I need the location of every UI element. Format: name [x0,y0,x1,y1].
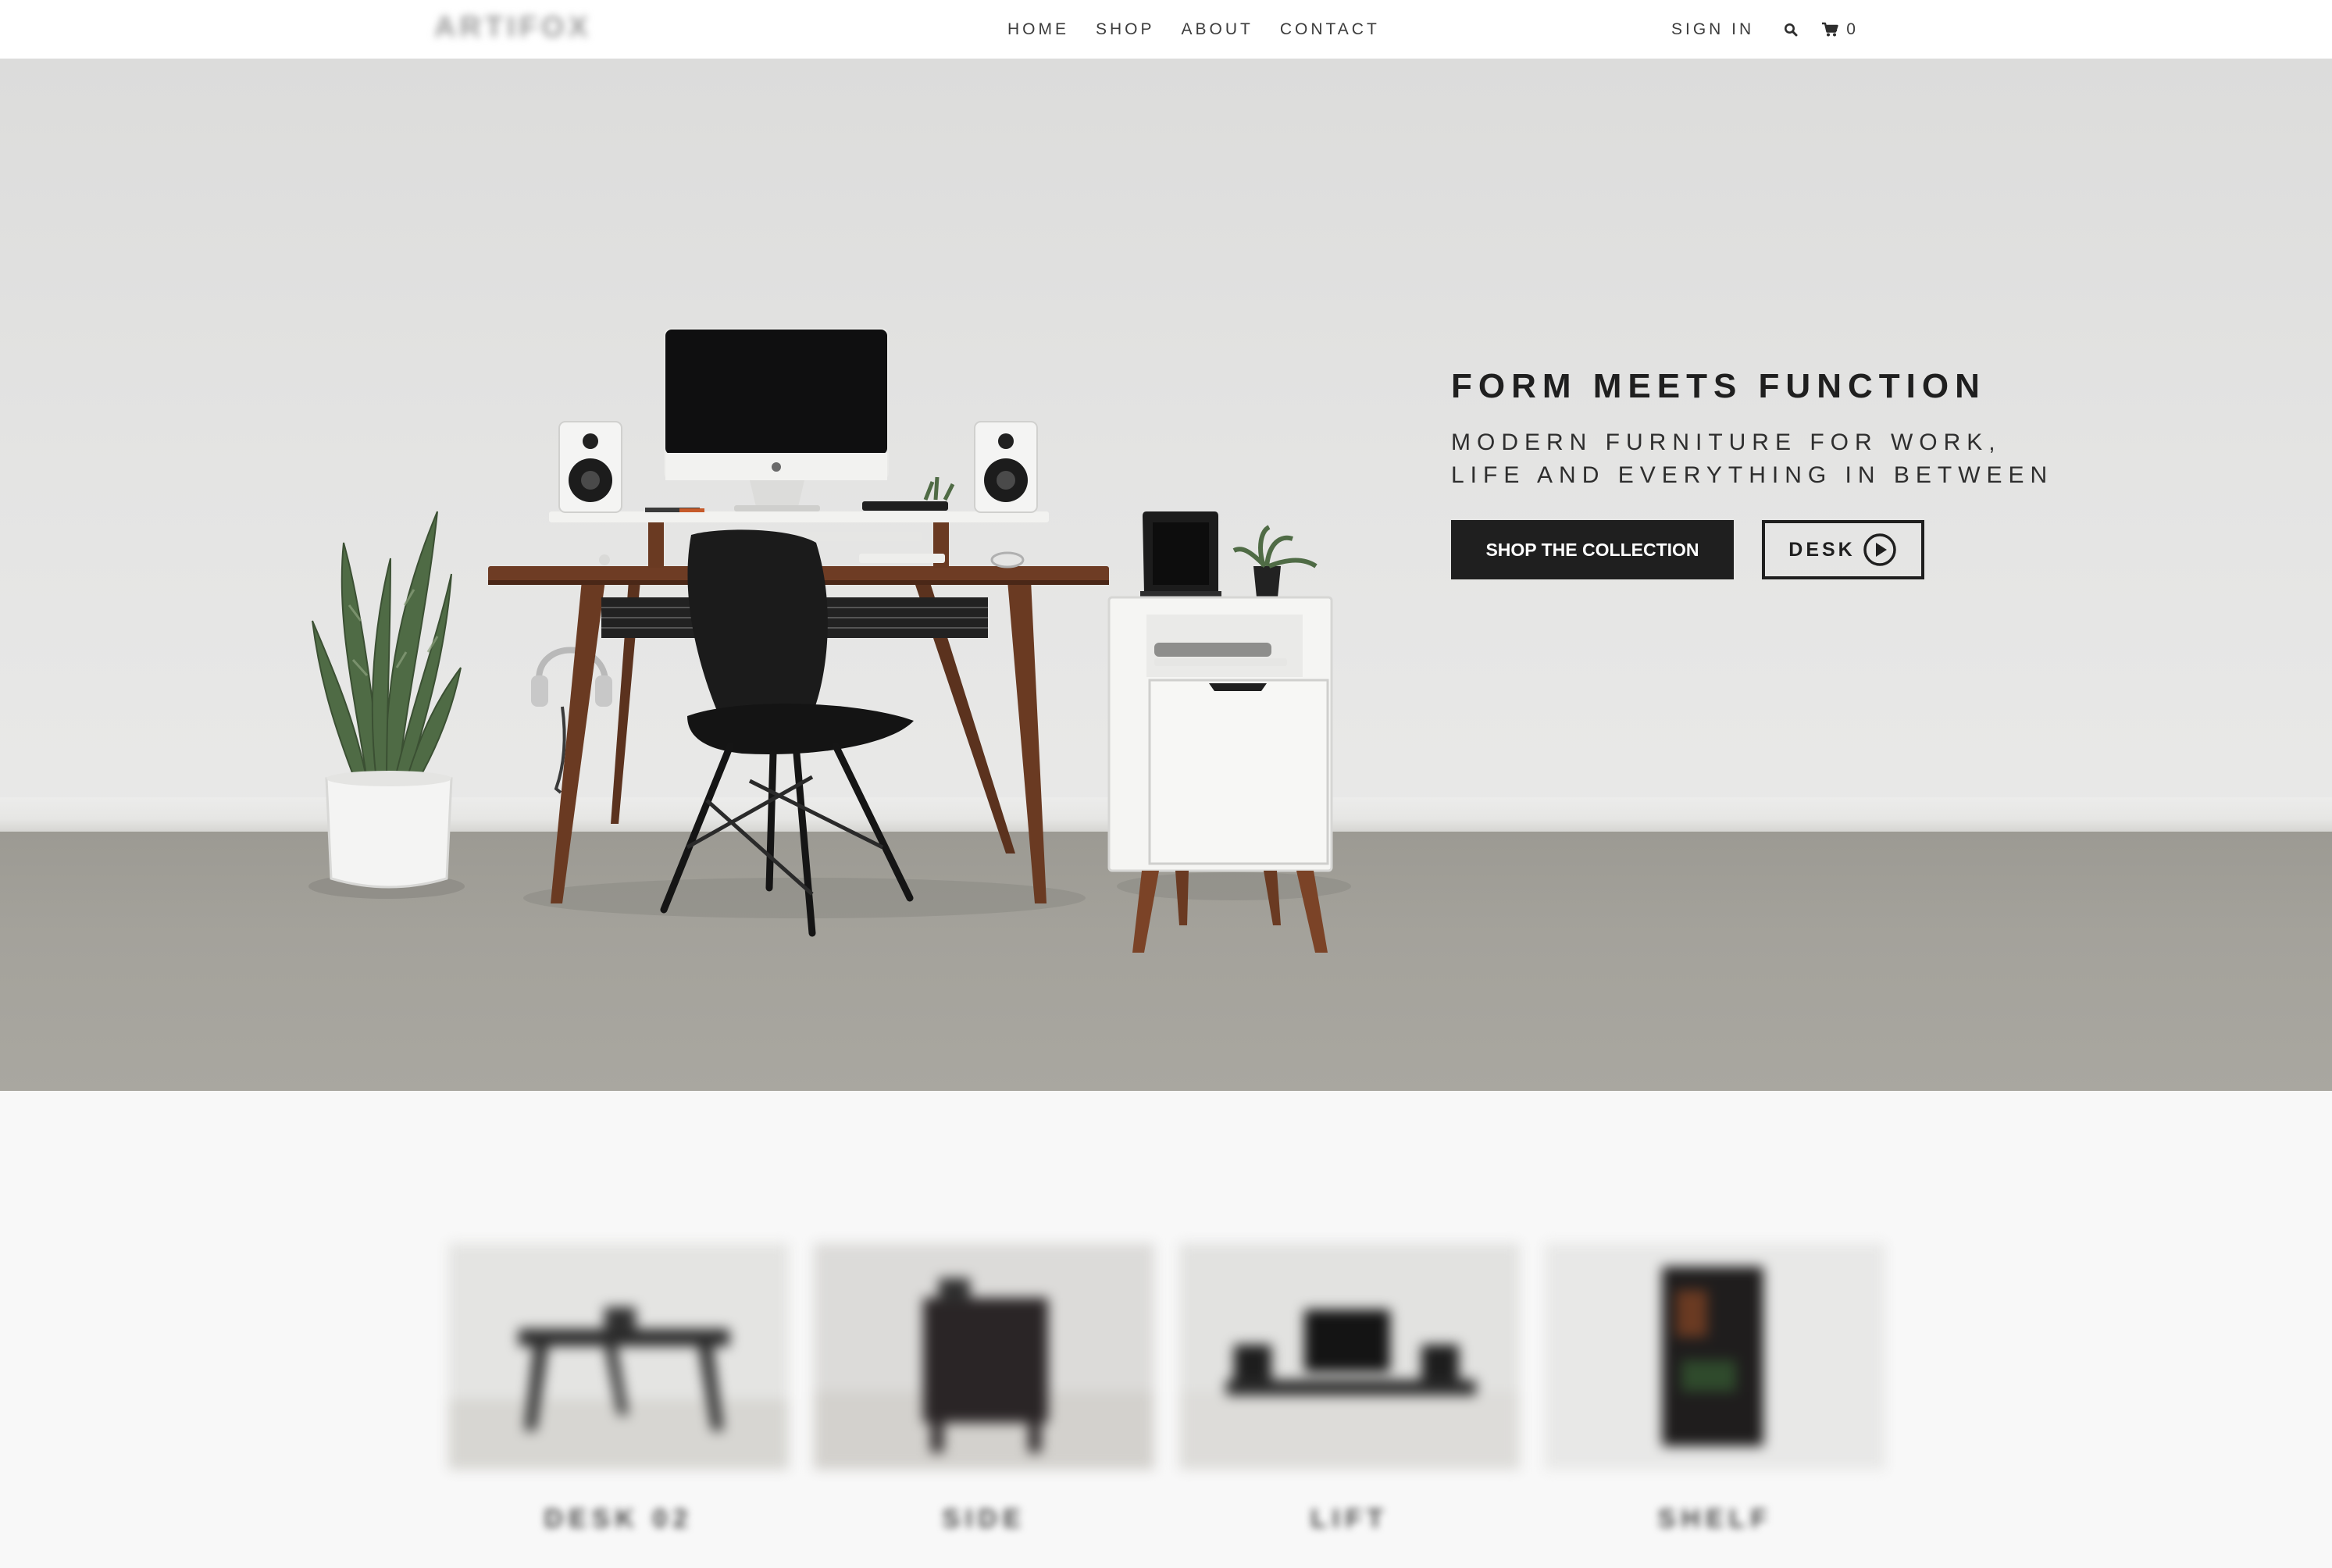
product-card-side[interactable]: SIDE [814,1243,1154,1540]
product-name-desk: DESK 02 [544,1504,694,1534]
chair-illustration [660,529,914,937]
brand-logo[interactable]: ARTIFOX [434,9,590,45]
top-navigation-bar: ARTIFOX HOME SHOP ABOUT CONTACT SIGN IN … [0,0,2332,59]
product-image-desk [448,1243,789,1470]
hero-button-group: SHOP THE COLLECTION DESK [1451,520,2154,579]
search-icon [1785,23,1798,36]
shop-the-collection-button[interactable]: SHOP THE COLLECTION [1451,520,1734,579]
product-image-lift [1179,1243,1520,1470]
cart-count: 0 [1846,20,1857,38]
play-icon [1862,532,1898,568]
search-button[interactable] [1784,23,1798,37]
product-grid: DESK 02 SIDE LIFT SHELF [448,1243,1885,1540]
hero-subtitle: MODERN FURNITURE FOR WORK, LIFE AND EVER… [1451,429,2054,488]
plant-illustration [312,511,462,889]
product-name-shelf: SHELF [1657,1504,1773,1534]
hero-banner: FORM MEETS FUNCTION MODERN FURNITURE FOR… [0,59,2332,1091]
product-image-side [814,1243,1154,1470]
product-card-lift[interactable]: LIFT [1179,1243,1520,1540]
sign-in-link[interactable]: SIGN IN [1671,20,1754,39]
hero-title: FORM MEETS FUNCTION [1451,367,1986,405]
nav-link-shop[interactable]: SHOP [1096,20,1155,39]
product-name-lift: LIFT [1310,1504,1389,1534]
nav-link-contact[interactable]: CONTACT [1280,20,1380,39]
nav-link-about[interactable]: ABOUT [1182,20,1253,39]
nav-link-home[interactable]: HOME [1007,20,1069,39]
product-image-shelf [1545,1243,1885,1470]
desk-video-label: DESK [1788,538,1856,561]
main-nav: HOME SHOP ABOUT CONTACT [1007,0,1407,59]
product-name-side: SIDE [942,1504,1026,1534]
hero-copy: FORM MEETS FUNCTION MODERN FURNITURE FOR… [1451,367,2154,579]
cart-icon [1822,22,1838,36]
shop-the-collection-label: SHOP THE COLLECTION [1485,539,1699,560]
account-nav: SIGN IN 0 [1671,0,1881,59]
cart-button[interactable]: 0 [1821,20,1857,39]
desk-video-button[interactable]: DESK [1762,520,1924,579]
product-card-desk[interactable]: DESK 02 [448,1243,789,1540]
product-card-shelf[interactable]: SHELF [1545,1243,1885,1540]
